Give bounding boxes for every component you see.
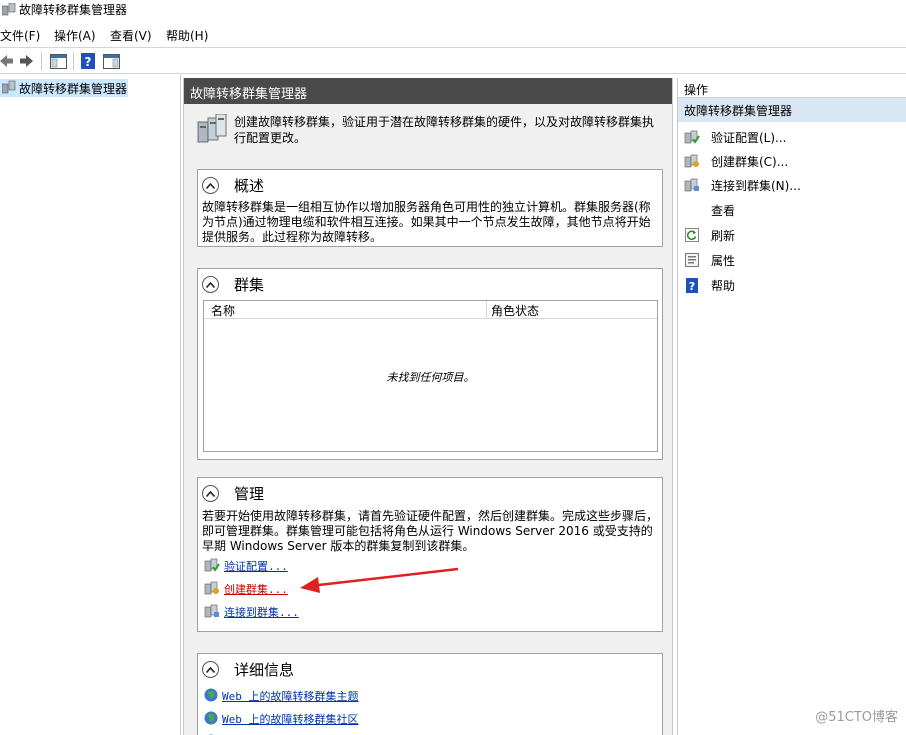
menu-bar: 文件(F) 操作(A) 查看(V) 帮助(H) [0,25,906,45]
overview-section: 概述 故障转移群集是一组相互协作以增加服务器角色可用性的独立计算机。群集服务器(… [197,169,663,247]
chevron-up-icon [206,490,215,497]
management-text: 若要开始使用故障转移群集，请首先验证硬件配置，然后创建群集。完成这些步骤后，即可… [202,509,659,553]
management-section: 管理 若要开始使用故障转移群集，请首先验证硬件配置，然后创建群集。完成这些步骤后… [197,477,663,632]
empty-list-message: 未找到任何项目。 [386,371,475,384]
globe-icon [204,711,218,728]
details-title: 详细信息 [234,661,295,679]
intro-text: 创建故障转移群集，验证用于潜在故障转移群集的硬件，以及对故障转移群集执行配置更改… [234,115,655,145]
clusters-section: 群集 名称 角色状态 未找到任何项目。 [197,268,663,460]
globe-icon [204,688,218,705]
column-header-name[interactable]: 名称 [211,302,235,319]
web-cluster-community-link[interactable]: Web 上的故障转移群集社区 [222,711,359,727]
tree-item-failover-cluster-manager[interactable]: 故障转移群集管理器 [0,79,128,97]
validate-configuration-link-row[interactable]: 验证配置... [204,558,288,574]
refresh-icon [684,227,700,243]
column-divider[interactable] [486,301,487,319]
chevron-up-icon [206,281,215,288]
menu-help[interactable]: 帮助(H) [166,27,208,44]
window-title: 故障转移群集管理器 [19,3,128,17]
chevron-up-icon [206,666,215,673]
create-cluster-link[interactable]: 创建群集... [224,581,288,597]
action-label: 刷新 [711,228,736,243]
connect-to-cluster-link[interactable]: 连接到群集... [224,604,299,620]
center-header: 故障转移群集管理器 [184,78,672,104]
clusters-list[interactable]: 名称 角色状态 未找到任何项目。 [203,300,658,452]
watermark: @51CTO博客 [815,710,898,725]
web-cluster-topics-link[interactable]: Web 上的故障转移群集主题 [222,688,359,704]
details-section: 详细信息 Web 上的故障转移群集主题 Web 上的故障转移群集社区 [197,653,663,735]
overview-text: 故障转移群集是一组相互协作以增加服务器角色可用性的独立计算机。群集服务器(称为节… [202,200,651,244]
action-refresh[interactable]: 刷新 [684,225,735,245]
action-label: 创建群集(C)... [711,154,789,169]
title-bar: 故障转移群集管理器 [0,0,906,20]
svg-text:?: ? [85,55,92,69]
create-cluster-icon [684,153,700,169]
overview-title: 概述 [234,177,265,195]
properties-icon [684,252,700,268]
list-header: 名称 角色状态 [204,301,657,319]
toolbar-separator [73,52,74,70]
cluster-manager-icon [1,80,16,97]
web-community-link-row[interactable]: Web 上的故障转移群集社区 [204,711,359,727]
show-hide-action-pane-icon[interactable] [101,52,121,70]
annotation-arrow [300,567,459,593]
action-help[interactable]: ? 帮助 [684,275,735,295]
validate-configuration-link[interactable]: 验证配置... [224,558,288,574]
collapse-details-button[interactable] [202,661,219,678]
menu-view[interactable]: 查看(V) [110,27,152,44]
action-validate-configuration[interactable]: 验证配置(L)... [684,127,787,147]
connect-to-cluster-link-row[interactable]: 连接到群集... [204,604,299,620]
forward-arrow-icon[interactable] [18,52,34,70]
actions-pane: 操作 故障转移群集管理器 验证配置(L)... 创建群集(C)... 连接到群集… [677,78,906,735]
action-label: 连接到群集(N)... [711,178,801,193]
collapse-management-button[interactable] [202,485,219,502]
action-label: 属性 [711,253,736,268]
help-icon[interactable]: ? [80,52,96,70]
connect-to-cluster-icon [684,177,700,193]
action-create-cluster[interactable]: 创建群集(C)... [684,151,788,171]
create-cluster-link-row[interactable]: 创建群集... [204,581,288,597]
center-pane: 故障转移群集管理器 创建故障转移群集，验证用于潜在故障转移群集的硬件，以及对故障… [183,78,673,735]
collapse-overview-button[interactable] [202,177,219,194]
cluster-app-icon [1,2,16,16]
actions-group-header[interactable]: 故障转移群集管理器 [678,98,906,122]
menu-file[interactable]: 文件(F) [0,27,40,44]
clusters-title: 群集 [234,276,265,294]
chevron-up-icon [206,182,215,189]
toolbar-separator [41,52,42,70]
action-properties[interactable]: 属性 [684,250,735,270]
action-label: 验证配置(L)... [711,130,787,145]
show-hide-tree-icon[interactable] [48,52,68,70]
collapse-clusters-button[interactable] [202,276,219,293]
menu-action[interactable]: 操作(A) [54,27,96,44]
connect-to-cluster-icon [204,604,220,621]
action-label: 帮助 [711,278,736,293]
back-arrow-icon[interactable] [0,52,14,70]
management-title: 管理 [234,485,265,503]
navigation-tree: 故障转移群集管理器 [0,75,181,735]
help-icon: ? [684,277,700,293]
tree-item-label: 故障转移群集管理器 [19,81,128,96]
column-header-role-status[interactable]: 角色状态 [491,302,539,319]
validate-configuration-icon [204,558,220,575]
cluster-servers-icon [196,113,228,147]
action-label: 查看 [711,203,736,218]
actions-title: 操作 [678,78,906,98]
validate-configuration-icon [684,129,700,145]
svg-text:?: ? [689,280,695,293]
action-connect-to-cluster[interactable]: 连接到群集(N)... [684,175,801,195]
web-topics-link-row[interactable]: Web 上的故障转移群集主题 [204,688,359,704]
toolbar: ? [0,47,906,74]
create-cluster-icon [204,581,220,598]
